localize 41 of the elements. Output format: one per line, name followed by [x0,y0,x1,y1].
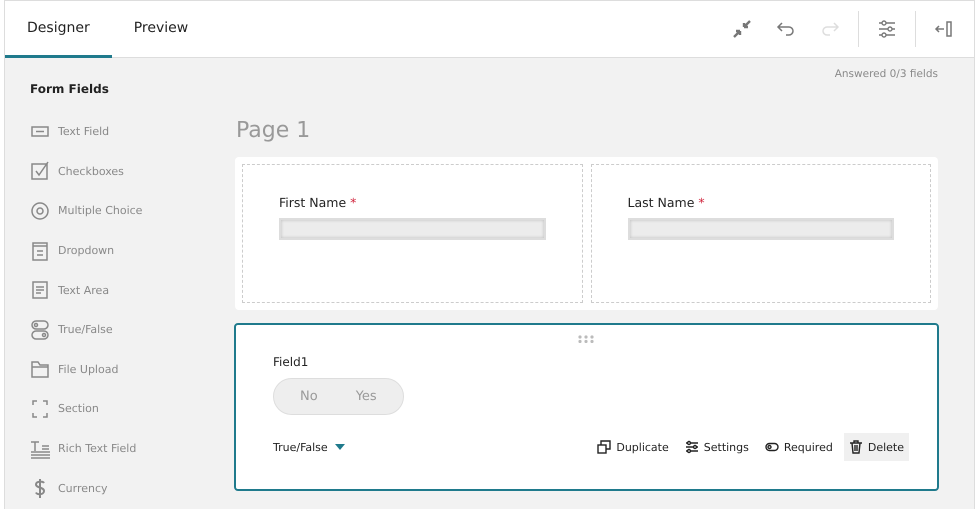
field-type-dropdown[interactable]: True/False [273,440,345,454]
trash-icon [848,440,863,454]
drag-handle-icon[interactable] [578,335,594,343]
text-area-icon [30,279,50,302]
yes-no-toggle[interactable]: No Yes [273,378,404,415]
required-mark: * [698,195,705,210]
field-label: Field1 [273,355,310,369]
progress-text: Answered 0/3 fields [834,68,938,80]
page-title: Page 1 [236,118,312,143]
toggle-icon [30,318,50,341]
sidebar-title: Form Fields [30,82,110,96]
input-field[interactable] [628,218,894,240]
field-type-item[interactable]: File Upload [30,350,205,390]
action-button[interactable]: Delete [844,433,909,461]
field-type-item[interactable]: Dropdown [30,230,205,270]
field-type-item[interactable]: Currency [30,468,205,508]
action-button[interactable]: Duplicate [592,433,674,461]
field-type-item[interactable]: True/False [30,310,205,350]
field-type-item[interactable]: Rich Text Field [30,428,205,468]
field-type-item[interactable]: Multiple Choice [30,191,205,231]
field-type-item[interactable]: Text Field [30,112,205,152]
copy-icon [597,440,612,454]
tab[interactable]: Preview [112,1,210,58]
input-field[interactable] [279,218,546,240]
toggle-icon [764,440,779,454]
checkbox-icon [30,160,50,182]
section-icon [30,398,50,420]
field-type-item[interactable]: Section [30,389,205,429]
dropdown-icon [30,240,50,262]
field-label: Last Name [628,195,694,210]
settings-icon [684,440,699,454]
radio-icon [30,200,50,222]
required-mark: * [350,195,356,210]
field-type-item[interactable]: Text Area [30,270,205,310]
caret-icon [334,444,345,450]
field-type-item[interactable]: Checkboxes [30,152,205,192]
field-label: First Name [279,195,346,210]
toggle-option[interactable]: Yes [356,389,377,404]
action-button[interactable]: Settings [680,433,754,461]
toggle-option[interactable]: No [300,389,318,404]
action-button[interactable]: Required [760,433,838,461]
